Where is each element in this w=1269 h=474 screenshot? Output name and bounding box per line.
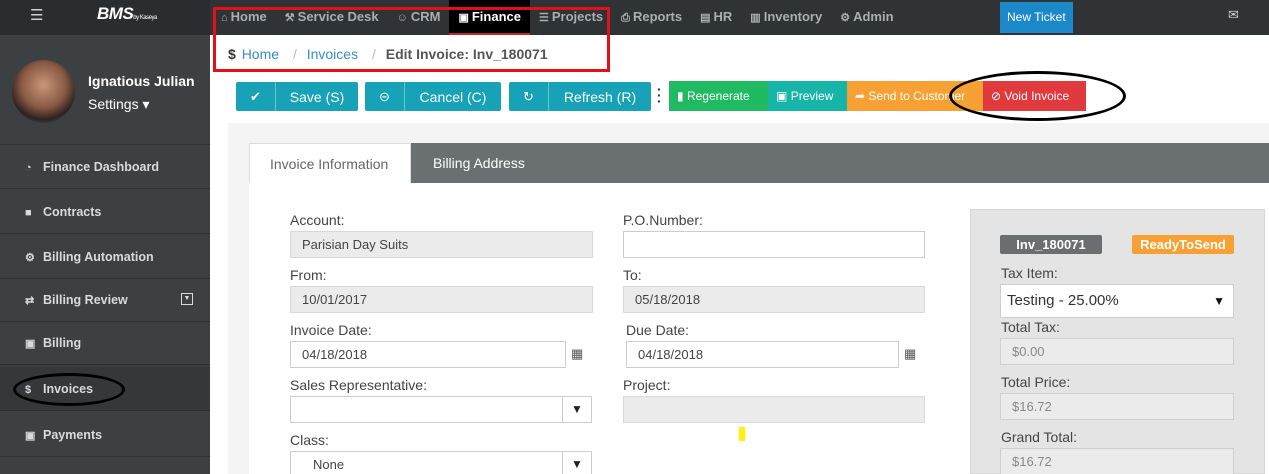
invoice-id-badge: Inv_180071: [1000, 235, 1102, 254]
money-icon: ▣: [25, 430, 36, 442]
total-tax-field: $0.00: [1000, 338, 1234, 365]
dashboard-icon: ◔: [25, 162, 32, 174]
highlight-ellipse-void-invoice: [949, 71, 1126, 121]
account-field[interactable]: Parisian Day Suits: [290, 231, 593, 258]
refresh-icon: ↻: [509, 82, 549, 111]
briefcase-icon: ▤: [700, 12, 711, 24]
status-badge: ReadyToSend: [1132, 235, 1234, 254]
sales-rep-label: Sales Representative:: [290, 377, 427, 393]
invoice-date-label: Invoice Date:: [290, 322, 372, 338]
book-icon: ■: [25, 207, 32, 219]
save-icon: ▣: [776, 89, 788, 103]
preview-button[interactable]: ▣ Preview: [768, 81, 847, 111]
total-price-field: $16.72: [1000, 393, 1234, 420]
regenerate-button[interactable]: ▮ Regenerate: [669, 81, 768, 111]
due-date-field[interactable]: 04/18/2018: [626, 341, 899, 368]
more-options-icon[interactable]: · · ·: [657, 82, 662, 108]
share-icon: ➦: [855, 89, 866, 103]
sidebar-item-billing-automation[interactable]: ⚙ Billing Automation: [0, 235, 210, 279]
po-number-label: P.O.Number:: [623, 212, 703, 228]
sales-rep-select[interactable]: [290, 396, 592, 423]
refresh-button[interactable]: ↻ Refresh (R): [509, 82, 651, 111]
new-ticket-button[interactable]: New Ticket: [1000, 2, 1073, 33]
calendar-icon[interactable]: ▦: [904, 346, 916, 362]
account-label: Account:: [290, 212, 345, 228]
print-icon: ⎙: [621, 12, 630, 24]
sidebar-item-billing-review[interactable]: ⇄ Billing Review ▼: [0, 278, 210, 322]
po-number-field[interactable]: [623, 231, 925, 258]
hamburger-menu-icon[interactable]: ☰: [30, 6, 43, 24]
nav-inventory[interactable]: ▥ Inventory: [741, 0, 831, 35]
money-icon: ▣: [25, 338, 36, 350]
settings-dropdown[interactable]: Settings ▾: [88, 96, 150, 113]
nav-reports[interactable]: ⎙ Reports: [612, 0, 691, 35]
tax-item-select[interactable]: Testing - 25.00%: [1000, 284, 1234, 318]
class-select[interactable]: None: [290, 451, 592, 474]
calendar-icon[interactable]: ▦: [571, 346, 583, 362]
sidebar-item-billing[interactable]: ▣ Billing: [0, 321, 210, 365]
user-name: Ignatious Julian: [88, 73, 195, 89]
to-date-field[interactable]: 05/18/2018: [623, 286, 925, 313]
tab-billing-address[interactable]: Billing Address: [413, 143, 545, 183]
total-tax-label: Total Tax:: [1001, 319, 1060, 335]
save-button[interactable]: ✔ Save (S): [236, 82, 358, 111]
highlight-rectangle: [213, 7, 610, 72]
brand-logo[interactable]: BMSby Kaseya: [97, 4, 157, 24]
minus-circle-icon: ⊝: [365, 82, 405, 111]
highlight-ellipse-invoices: [13, 373, 125, 406]
avatar[interactable]: [12, 60, 75, 123]
gear-icon: ⚙: [840, 12, 851, 24]
grand-total-label: Grand Total:: [1001, 429, 1078, 445]
grand-total-field: $16.72: [1000, 448, 1234, 474]
nav-hr[interactable]: ▤ HR: [691, 0, 741, 35]
invoice-date-field[interactable]: 04/18/2018: [290, 341, 566, 368]
tab-invoice-information[interactable]: Invoice Information: [249, 143, 411, 183]
check-icon: ✔: [236, 82, 276, 111]
sidebar-item-finance-dashboard[interactable]: ◔ Finance Dashboard: [0, 145, 210, 189]
due-date-label: Due Date:: [626, 322, 690, 338]
class-label: Class:: [290, 432, 329, 448]
project-label: Project:: [623, 377, 671, 393]
cogs-icon: ⚙: [25, 252, 35, 264]
sidebar: Ignatious Julian Settings ▾ ◔ Finance Das…: [0, 35, 210, 474]
tax-item-label: Tax Item:: [1001, 265, 1058, 281]
to-label: To:: [623, 267, 642, 283]
logo-area: ☰ BMSby Kaseya: [0, 0, 210, 35]
from-date-field[interactable]: 10/01/2017: [290, 286, 593, 313]
retweet-icon: ⇄: [25, 295, 35, 307]
sidebar-item-contracts[interactable]: ■ Contracts: [0, 190, 210, 234]
user-profile: Ignatious Julian Settings ▾: [0, 35, 210, 145]
total-price-label: Total Price:: [1001, 374, 1071, 390]
project-field[interactable]: [623, 396, 925, 423]
from-label: From:: [290, 267, 327, 283]
sidebar-item-payments[interactable]: ▣ Payments: [0, 413, 210, 457]
expand-caret-icon[interactable]: ▼: [181, 293, 193, 305]
cancel-button[interactable]: ⊝ Cancel (C): [365, 82, 501, 111]
nav-admin[interactable]: ⚙ Admin: [831, 0, 902, 35]
file-icon: ▮: [677, 89, 684, 103]
yellow-marker: [739, 427, 745, 441]
mail-icon[interactable]: ✉: [1228, 7, 1239, 23]
building-icon: ▥: [750, 12, 761, 24]
top-navbar: ☰ BMSby Kaseya ⌂ Home ⚒ Service Desk ☺ CRM …: [0, 0, 1269, 35]
